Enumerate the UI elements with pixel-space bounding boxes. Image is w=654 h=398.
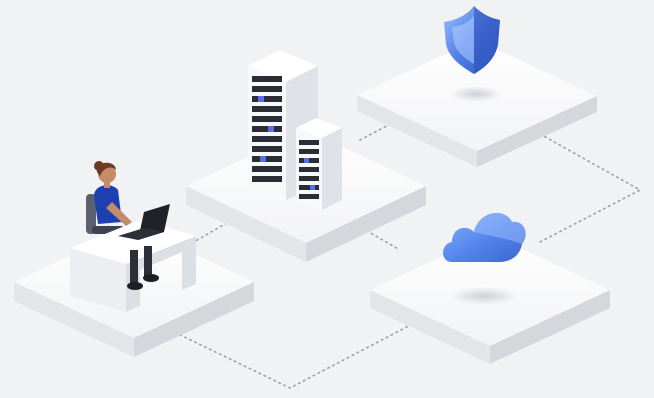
server-bays-tall xyxy=(252,76,282,182)
server-rack-icon xyxy=(248,50,342,210)
network-diagram xyxy=(0,0,654,398)
connectors xyxy=(169,119,642,389)
cloud-icon xyxy=(443,212,526,262)
connector-security-cloud xyxy=(539,133,642,243)
connector-workstation-cloud xyxy=(169,319,421,389)
